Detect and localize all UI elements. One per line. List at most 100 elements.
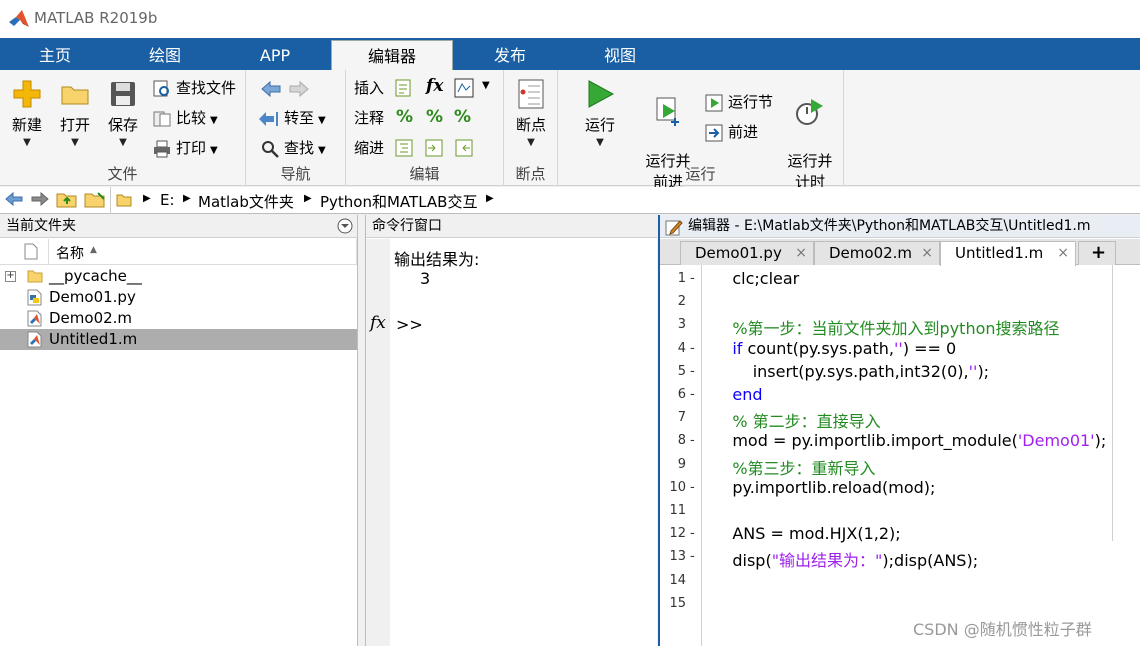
edit-group: 插入 fx ▼ 注释 % % % 缩进 编辑 [346, 70, 504, 186]
output-label: 输出结果为: [394, 250, 480, 269]
forward-icon[interactable] [30, 190, 50, 208]
forward-arrow-icon[interactable] [288, 80, 310, 98]
insert-label[interactable]: 插入 [354, 76, 384, 100]
comment-label[interactable]: 注释 [354, 106, 384, 130]
address-divider [110, 187, 111, 214]
find-files-button[interactable]: 查找文件 [152, 76, 236, 100]
command-window-header: 命令行窗口 [366, 215, 657, 238]
ribbon: 新建 ▼ 打开 ▼ 保存 ▼ 查找文件 比较 ▼ 打印 ▼ 文件 转至 ▼ 查找… [0, 70, 1140, 191]
run-section-button[interactable]: 运行节 [704, 90, 773, 114]
new-button[interactable]: 新建 ▼ [6, 78, 48, 148]
breadcrumb-item[interactable]: Python和MATLAB交互 [320, 191, 477, 212]
breadcrumb-item[interactable]: Matlab文件夹 [198, 191, 294, 212]
compare-button[interactable]: 比较 ▼ [152, 106, 218, 130]
code-area[interactable]: clc;clear %第一步：当前文件夹加入到python搜索路径 if cou… [660, 265, 1140, 646]
editor-title: 编辑器 - E:\Matlab文件夹\Python和MATLAB交互\Untit… [688, 218, 1091, 234]
current-folder-header: 当前文件夹 [0, 215, 357, 238]
run-button[interactable]: 运行 ▼ [576, 78, 624, 148]
tab-publish[interactable]: 发布 [455, 38, 565, 70]
add-tab-button[interactable]: + [1078, 241, 1116, 265]
command-gutter [366, 239, 390, 646]
expand-icon[interactable]: + [5, 271, 16, 282]
insert-section-icon[interactable] [394, 78, 414, 98]
breadcrumb-drive[interactable]: E: [160, 191, 175, 209]
matlab-script-icon [27, 331, 42, 348]
printer-icon [154, 140, 170, 157]
command-prompt[interactable]: >> [396, 315, 423, 334]
run-section-icon [705, 94, 723, 111]
close-tab-icon[interactable]: × [1057, 242, 1069, 264]
breakpoints-group-label: 断点 [515, 165, 546, 183]
open-dropdown-caret: ▼ [71, 137, 79, 148]
code-line: % 第二步：直接导入 [712, 412, 881, 432]
file-row-pycache[interactable]: + __pycache__ [0, 266, 357, 287]
command-window[interactable]: 命令行窗口 输出结果为: 3 fx >> [365, 215, 657, 646]
wrap-comment-icon[interactable]: % [454, 107, 471, 127]
tab-plots[interactable]: 绘图 [110, 38, 220, 70]
save-button[interactable]: 保存 ▼ [102, 78, 144, 148]
panel-menu-icon[interactable] [337, 218, 353, 234]
goto-button[interactable]: 转至 ▼ [258, 106, 326, 130]
editor-pencil-icon [665, 220, 683, 236]
insert-dropdown-caret[interactable]: ▼ [482, 80, 490, 91]
window-title: MATLAB R2019b [34, 9, 158, 27]
back-arrow-icon[interactable] [260, 80, 282, 98]
current-folder-title: 当前文件夹 [6, 218, 76, 234]
editor-header: 编辑器 - E:\Matlab文件夹\Python和MATLAB交互\Untit… [660, 215, 1140, 238]
close-tab-icon[interactable]: × [795, 242, 807, 264]
editor-tab-untitled1-m[interactable]: Untitled1.m × [940, 241, 1076, 266]
increase-indent-icon[interactable] [424, 138, 444, 158]
insert-function-fx[interactable]: fx [426, 76, 443, 96]
editor-window: 编辑器 - E:\Matlab文件夹\Python和MATLAB交互\Untit… [658, 215, 1140, 646]
drive-folder-icon [116, 194, 132, 207]
file-group: 新建 ▼ 打开 ▼ 保存 ▼ 查找文件 比较 ▼ 打印 ▼ 文件 [0, 70, 246, 186]
name-column-header[interactable]: 名称 [56, 243, 84, 263]
code-line: if count(py.sys.path,'') == 0 [732, 338, 957, 358]
advance-button[interactable]: 前进 [704, 120, 758, 144]
output-value: 3 [420, 269, 431, 288]
code-line: ANS = mod.HJX(1,2); [712, 524, 901, 544]
close-tab-icon[interactable]: × [921, 242, 933, 264]
function-template-icon[interactable] [454, 78, 474, 98]
code-line: end [732, 385, 763, 404]
magnifier-icon [262, 140, 279, 158]
file-row-untitled1-m[interactable]: Untitled1.m [0, 329, 357, 350]
comment-percent-icon[interactable]: % [396, 107, 413, 127]
tab-editor[interactable]: 编辑器 [331, 40, 453, 70]
run-play-icon [588, 80, 615, 108]
tab-home[interactable]: 主页 [0, 38, 110, 70]
browse-folder-icon[interactable] [84, 190, 106, 208]
open-button[interactable]: 打开 ▼ [54, 78, 96, 148]
find-button[interactable]: 查找 ▼ [260, 136, 326, 160]
print-button[interactable]: 打印 ▼ [152, 136, 218, 160]
function-browser-fx-icon[interactable]: fx [370, 313, 386, 333]
editor-tab-strip: Demo01.py × Demo02.m × Untitled1.m × + [660, 239, 1140, 266]
tab-apps[interactable]: APP [220, 38, 330, 70]
file-row-demo01-py[interactable]: Demo01.py [0, 287, 357, 308]
code-line: mod = py.importlib.import_module('Demo01… [712, 431, 1107, 451]
tab-view[interactable]: 视图 [565, 38, 675, 70]
editor-tab-demo01-py[interactable]: Demo01.py × [680, 241, 814, 265]
back-icon[interactable] [4, 190, 24, 208]
command-window-title: 命令行窗口 [372, 218, 442, 234]
breadcrumb-separator: ▶ [143, 193, 151, 204]
run-group-label: 运行 [685, 165, 716, 183]
new-dropdown-caret: ▼ [23, 137, 31, 148]
file-row-demo02-m[interactable]: Demo02.m [0, 308, 357, 329]
breakpoints-button[interactable]: 断点 ▼ [510, 78, 552, 148]
file-type-column-icon [24, 243, 38, 260]
decrease-indent-icon[interactable] [454, 138, 474, 158]
ribbon-tab-bar: 主页 绘图 APP 编辑器 发布 视图 [0, 38, 1140, 70]
code-line: py.importlib.reload(mod); [712, 477, 936, 497]
navigate-group: 转至 ▼ 查找 ▼ 导航 [246, 70, 346, 186]
right-margin-line [1112, 265, 1113, 541]
breakpoints-group: 断点 ▼ 断点 [504, 70, 558, 186]
editor-tab-demo02-m[interactable]: Demo02.m × [814, 241, 940, 265]
find-files-icon [153, 80, 169, 96]
indent-label[interactable]: 缩进 [354, 136, 384, 160]
up-folder-icon[interactable] [56, 190, 78, 208]
smart-indent-icon[interactable] [394, 138, 414, 158]
uncomment-icon[interactable]: % [426, 107, 443, 127]
compare-icon [153, 111, 171, 126]
address-bar: ▶ E: ▶ Matlab文件夹 ▶ Python和MATLAB交互 ▶ [0, 187, 1140, 214]
